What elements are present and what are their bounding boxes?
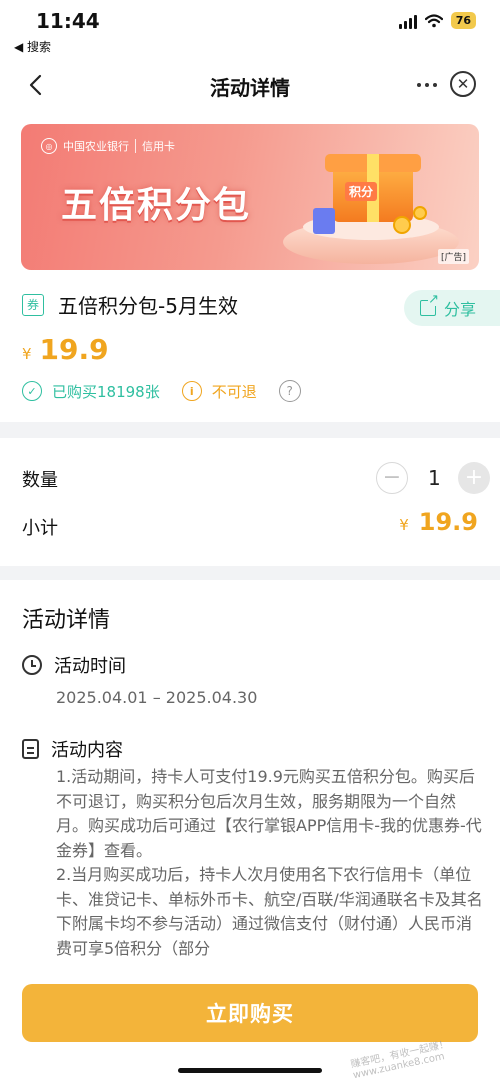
card-type-label: 信用卡 — [142, 140, 175, 153]
quantity-stepper: − 1 + — [376, 462, 490, 494]
product-price: ¥ 19.9 — [22, 333, 109, 366]
activity-content-heading: 活动内容 — [22, 736, 123, 762]
decrement-button[interactable]: − — [376, 462, 408, 494]
product-title-row: 券 五倍积分包-5月生效 — [22, 290, 238, 319]
purchased-count-tag: ✓ 已购买18198张 — [22, 381, 160, 402]
home-indicator — [178, 1068, 322, 1073]
more-button[interactable] — [412, 70, 442, 100]
increment-button[interactable]: + — [458, 462, 490, 494]
help-icon[interactable]: ? — [278, 380, 301, 402]
bank-logo-icon: ◎ — [41, 138, 57, 154]
activity-date-range: 2025.04.01 – 2025.04.30 — [56, 688, 258, 707]
close-icon: ✕ — [456, 75, 470, 93]
no-refund-label: 不可退 — [211, 382, 257, 401]
purchased-count: 已购买18198张 — [52, 382, 160, 401]
buy-now-button[interactable]: 立即购买 — [22, 984, 478, 1042]
quantity-value: 1 — [428, 466, 441, 490]
bank-name: 中国农业银行 — [63, 140, 129, 153]
promo-banner[interactable]: ◎ 中国农业银行 信用卡 五倍积分包 积分 [广告] — [21, 124, 479, 270]
subtotal-price: ¥ 19.9 — [399, 508, 478, 536]
gift-points-label: 积分 — [345, 182, 378, 201]
bank-brand: ◎ 中国农业银行 信用卡 — [41, 138, 175, 154]
info-icon: i — [181, 381, 202, 401]
activity-content-label: 活动内容 — [51, 740, 123, 761]
coin-icon — [393, 216, 411, 234]
activity-time-heading: 活动时间 — [22, 652, 126, 678]
subtotal-value: 19.9 — [418, 508, 478, 536]
battery-icon: 76 — [450, 12, 476, 29]
back-to-search-link[interactable]: ◀ 搜索 — [14, 38, 51, 55]
banner-title: 五倍积分包 — [61, 185, 252, 226]
document-icon — [22, 739, 39, 759]
shopping-bag-icon — [313, 208, 335, 234]
wifi-icon — [424, 13, 443, 27]
product-tags: ✓ 已购买18198张 i 不可退 ? — [22, 380, 301, 402]
check-circle-icon: ✓ — [22, 381, 42, 401]
activity-time-label: 活动时间 — [54, 656, 126, 677]
currency-symbol: ¥ — [399, 516, 409, 534]
signal-icon — [398, 13, 417, 29]
currency-symbol: ¥ — [22, 345, 32, 363]
order-card — [0, 438, 500, 566]
subtotal-label: 小计 — [22, 518, 58, 539]
close-button[interactable]: ✕ — [450, 71, 476, 97]
nav-bar: 活动详情 ✕ — [0, 58, 500, 112]
status-bar: 11:44 ◀ 搜索 76 — [0, 0, 500, 58]
coupon-icon: 券 — [22, 293, 44, 316]
brand-divider — [135, 139, 136, 153]
share-icon — [420, 293, 439, 316]
quantity-label: 数量 — [22, 470, 58, 491]
share-button[interactable]: 分享 — [404, 290, 500, 326]
status-icons: 76 — [398, 12, 476, 29]
product-title: 五倍积分包-5月生效 — [58, 294, 238, 318]
price-value: 19.9 — [39, 333, 109, 366]
activity-content-text: 1.活动期间，持卡人可支付19.9元购买五倍积分包。购买后不可退订，购买积分包后… — [56, 767, 483, 958]
details-section-title: 活动详情 — [22, 608, 111, 633]
share-label: 分享 — [444, 300, 477, 319]
coin-icon — [413, 206, 427, 220]
status-time: 11:44 — [36, 9, 100, 33]
no-refund-tag: i 不可退 — [181, 381, 257, 402]
ad-label: [广告] — [437, 249, 469, 264]
clock-icon — [22, 655, 42, 675]
